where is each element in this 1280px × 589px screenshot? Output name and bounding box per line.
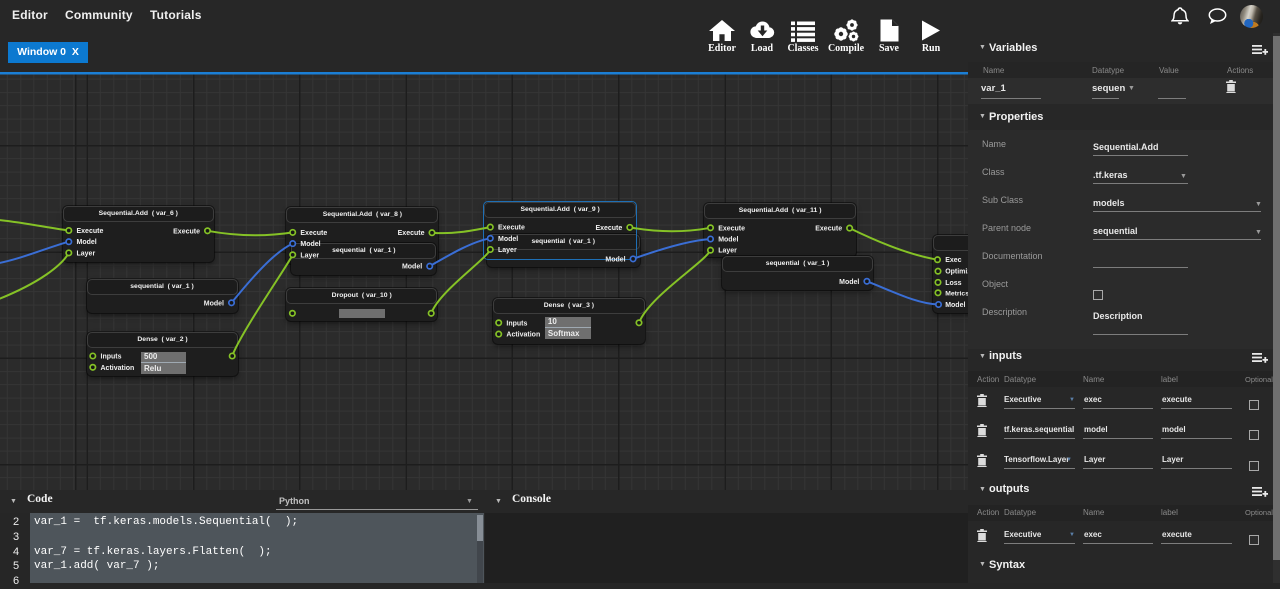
- svg-text:Inputs: Inputs: [101, 354, 122, 361]
- svg-text:Model: Model: [839, 279, 859, 286]
- svg-text:Layer: Layer: [498, 247, 517, 254]
- svg-text:Model: Model: [300, 241, 320, 248]
- svg-text:Model: Model: [204, 300, 224, 307]
- svg-text:Execute: Execute: [718, 225, 745, 232]
- svg-text:Model: Model: [605, 256, 625, 263]
- svg-text:Model: Model: [77, 239, 97, 246]
- svg-text:Model: Model: [945, 302, 965, 309]
- svg-text:Activation: Activation: [101, 365, 135, 372]
- svg-text:Optimize: Optimize: [945, 269, 968, 276]
- svg-text:Model: Model: [718, 237, 738, 244]
- svg-text:Layer: Layer: [300, 252, 319, 259]
- svg-text:Exec: Exec: [945, 257, 961, 264]
- svg-text:Execute: Execute: [498, 225, 525, 232]
- svg-text:Loss: Loss: [945, 280, 961, 287]
- svg-text:Model: Model: [498, 236, 518, 243]
- svg-text:Execute: Execute: [398, 230, 425, 237]
- svg-text:Activation: Activation: [506, 332, 540, 339]
- svg-text:Layer: Layer: [718, 248, 737, 255]
- svg-text:Execute: Execute: [173, 228, 200, 235]
- svg-text:Execute: Execute: [77, 228, 104, 235]
- svg-text:Layer: Layer: [77, 250, 96, 257]
- svg-text:Metrics: Metrics: [945, 290, 968, 297]
- svg-text:Inputs: Inputs: [506, 320, 527, 327]
- svg-text:Execute: Execute: [815, 226, 842, 233]
- svg-text:Execute: Execute: [300, 230, 327, 237]
- svg-text:Execute: Execute: [595, 225, 622, 232]
- svg-text:Model: Model: [402, 264, 422, 271]
